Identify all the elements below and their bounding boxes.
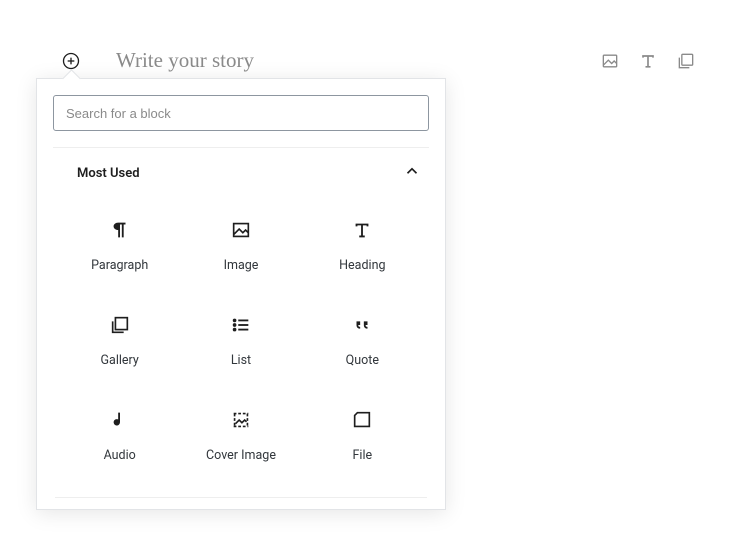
top-actions [600,51,696,71]
block-label: Gallery [101,353,139,368]
block-heading[interactable]: Heading [302,212,423,279]
chevron-up-icon [403,162,421,184]
insert-heading-button[interactable] [638,51,658,71]
block-file[interactable]: File [302,402,423,469]
block-inserter-panel: Most Used Paragraph [36,78,446,510]
quote-icon [350,313,374,337]
block-image[interactable]: Image [180,212,301,279]
search-wrap [37,79,445,147]
search-input[interactable] [53,95,429,131]
block-quote[interactable]: Quote [302,307,423,374]
block-gallery[interactable]: Gallery [59,307,180,374]
text-icon [638,51,658,71]
cover-image-icon [229,408,253,432]
block-paragraph[interactable]: Paragraph [59,212,180,279]
editor-topbar: Write your story [60,48,696,73]
block-grid: Paragraph Image Heading [53,198,429,479]
inserter-scroll-area[interactable]: Most Used Paragraph [53,147,429,509]
insert-gallery-button[interactable] [676,51,696,71]
section-most-used[interactable]: Most Used [53,148,429,198]
plus-circle-icon [61,51,81,71]
gallery-icon [676,51,696,71]
paragraph-icon [108,218,132,242]
block-label: List [231,353,251,368]
block-list[interactable]: List [180,307,301,374]
block-label: Image [224,258,259,273]
block-label: Heading [339,258,385,273]
heading-icon [350,218,374,242]
section-title: Most Used [77,166,140,181]
image-icon [600,51,620,71]
block-label: Audio [104,448,136,463]
block-cover-image[interactable]: Cover Image [180,402,301,469]
block-label: Quote [346,353,379,368]
insert-image-button[interactable] [600,51,620,71]
gallery-icon [108,313,132,337]
list-icon [229,313,253,337]
block-label: Paragraph [91,258,148,273]
editor-placeholder[interactable]: Write your story [116,48,254,73]
block-audio[interactable]: Audio [59,402,180,469]
file-icon [350,408,374,432]
block-label: Cover Image [206,448,276,463]
image-icon [229,218,253,242]
audio-icon [108,408,132,432]
block-label: File [353,448,373,463]
